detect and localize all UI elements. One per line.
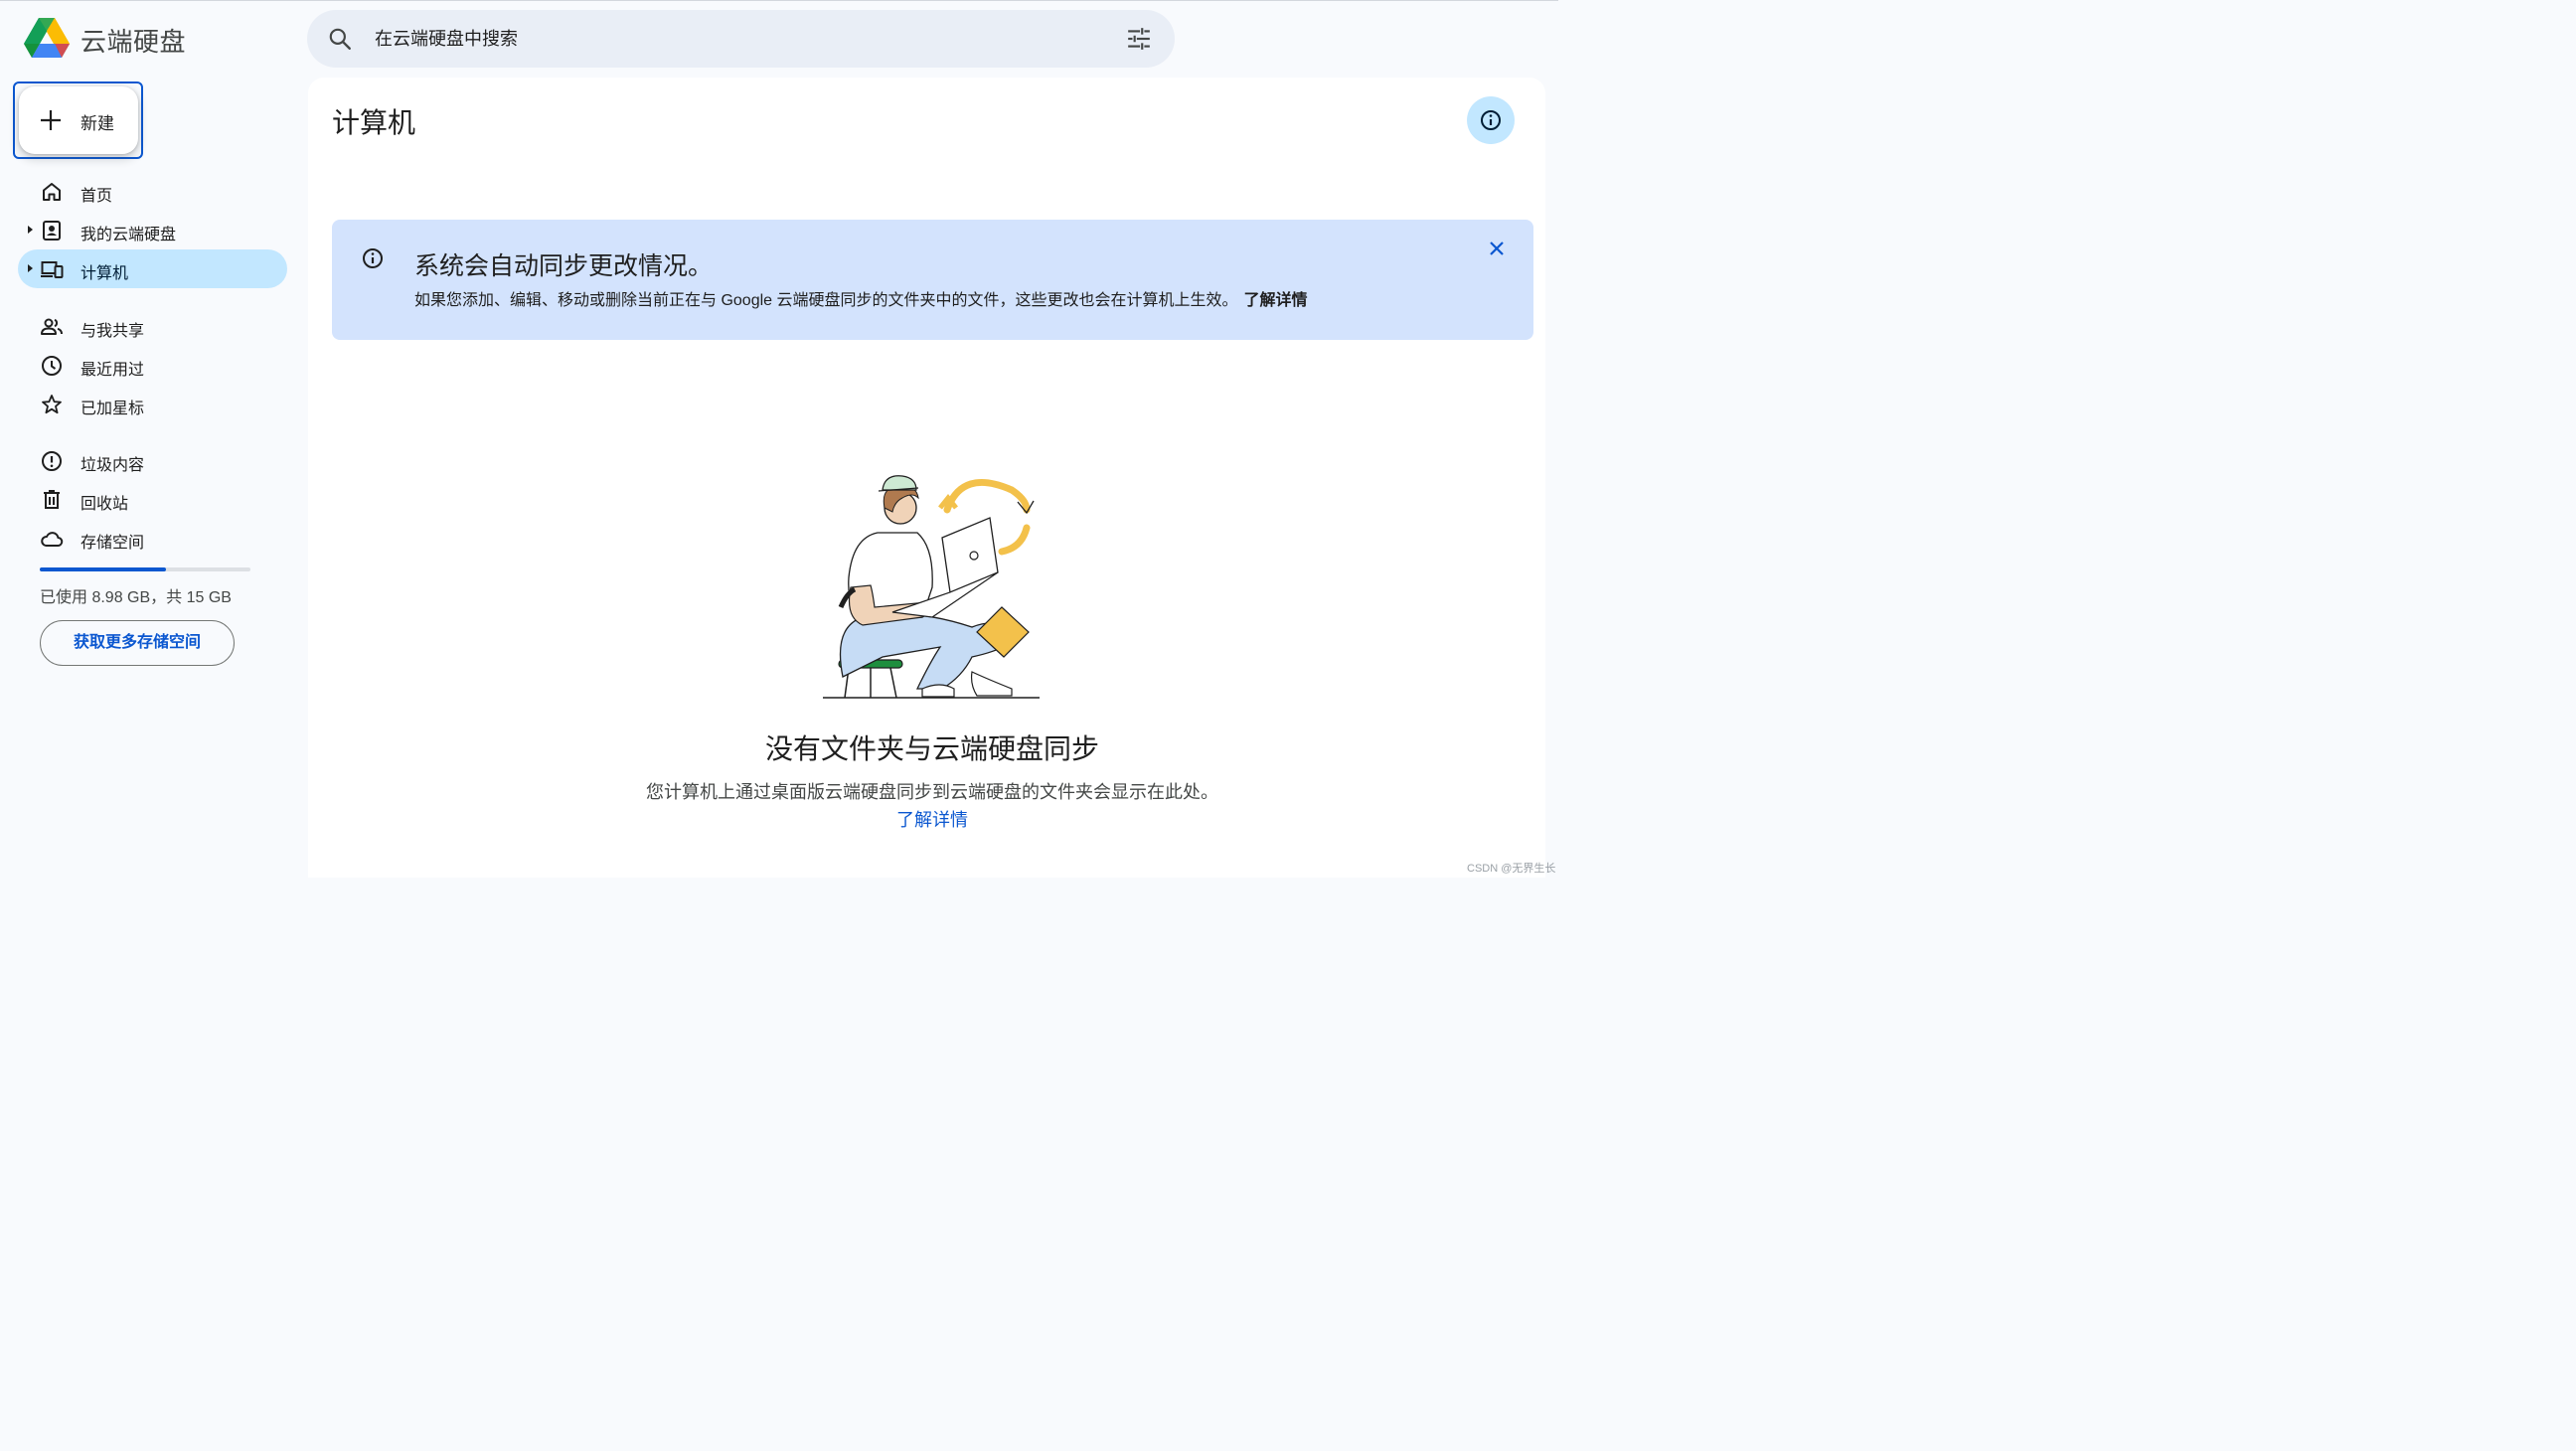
sidebar-item-my-drive[interactable]: 我的云端硬盘 bbox=[18, 211, 287, 249]
search-icon[interactable] bbox=[327, 26, 353, 52]
banner-body: 如果您添加、编辑、移动或删除当前正在与 Google 云端硬盘同步的文件夹中的文… bbox=[414, 286, 1308, 310]
sidebar-item-computers[interactable]: 计算机 bbox=[18, 249, 287, 288]
banner-learn-more-link[interactable]: 了解详情 bbox=[1244, 292, 1308, 309]
storage-usage-fill bbox=[40, 567, 166, 571]
my-drive-icon bbox=[43, 221, 61, 241]
sidebar-item-home[interactable]: 首页 bbox=[18, 172, 287, 211]
storage-usage-text: 已使用 8.98 GB，共 15 GB bbox=[40, 589, 232, 606]
sidebar-item-spam[interactable]: 垃圾内容 bbox=[18, 441, 287, 480]
banner-title: 系统会自动同步更改情况。 bbox=[414, 252, 714, 280]
sidebar-item-trash[interactable]: 回收站 bbox=[18, 480, 287, 519]
empty-state-description: 您计算机上通过桌面版云端硬盘同步到云端硬盘的文件夹会显示在此处。 bbox=[646, 782, 1218, 802]
sidebar-item-starred[interactable]: 已加星标 bbox=[18, 385, 287, 423]
sidebar-item-label: 存储空间 bbox=[80, 535, 145, 552]
search-bar[interactable] bbox=[307, 10, 1175, 68]
computers-icon bbox=[41, 261, 64, 278]
plus-icon bbox=[41, 110, 61, 130]
banner-body-text: 如果您添加、编辑、移动或删除当前正在与 Google 云端硬盘同步的文件夹中的文… bbox=[414, 292, 1238, 309]
new-button-label: 新建 bbox=[80, 114, 114, 133]
info-icon bbox=[363, 248, 383, 268]
home-icon bbox=[43, 183, 61, 201]
sidebar-item-label: 与我共享 bbox=[80, 323, 145, 340]
close-icon[interactable] bbox=[1485, 237, 1509, 260]
spam-icon bbox=[42, 451, 62, 471]
shared-people-icon bbox=[41, 318, 63, 335]
watermark: CSDN @无界生长 bbox=[1467, 863, 1556, 875]
sidebar-item-storage[interactable]: 存储空间 bbox=[18, 519, 287, 558]
window-top-border bbox=[0, 0, 1558, 1]
expand-caret-icon[interactable] bbox=[28, 226, 33, 234]
person-with-laptop-illustration bbox=[823, 475, 1040, 699]
storage-usage-bar bbox=[40, 567, 250, 571]
details-button[interactable] bbox=[1467, 96, 1515, 144]
sidebar-item-label: 我的云端硬盘 bbox=[80, 227, 177, 243]
sidebar-item-label: 回收站 bbox=[80, 496, 129, 513]
empty-state-title: 没有文件夹与云端硬盘同步 bbox=[764, 733, 1099, 764]
info-icon bbox=[1481, 110, 1501, 130]
tune-icon[interactable] bbox=[1126, 26, 1152, 52]
star-icon bbox=[42, 395, 62, 414]
clock-icon bbox=[42, 356, 62, 376]
sidebar-item-label: 计算机 bbox=[80, 265, 129, 282]
get-more-storage-button[interactable]: 获取更多存储空间 bbox=[40, 620, 235, 666]
search-input[interactable] bbox=[375, 22, 1070, 56]
sidebar-item-label: 已加星标 bbox=[80, 401, 145, 417]
new-button[interactable]: 新建 bbox=[19, 86, 138, 154]
app-title: 云端硬盘 bbox=[80, 27, 187, 57]
sidebar-item-recent[interactable]: 最近用过 bbox=[18, 346, 287, 385]
drive-logo-icon bbox=[24, 18, 70, 58]
cloud-icon bbox=[41, 532, 64, 547]
empty-state-learn-more-link[interactable]: 了解详情 bbox=[308, 806, 1556, 832]
trash-icon bbox=[44, 490, 60, 509]
expand-caret-icon[interactable] bbox=[28, 264, 33, 272]
sync-info-banner: 系统会自动同步更改情况。 如果您添加、编辑、移动或删除当前正在与 Google … bbox=[332, 220, 1533, 340]
sidebar-item-label: 垃圾内容 bbox=[80, 457, 145, 474]
main-panel: 计算机 系统会自动同步更改情况。 如果您添加、编辑、移动或删除当前正在与 Goo… bbox=[308, 78, 1545, 878]
sidebar-item-label: 首页 bbox=[80, 188, 113, 205]
page-title: 计算机 bbox=[332, 107, 416, 138]
sidebar-item-shared-with-me[interactable]: 与我共享 bbox=[18, 307, 287, 346]
sidebar-item-label: 最近用过 bbox=[80, 362, 145, 379]
